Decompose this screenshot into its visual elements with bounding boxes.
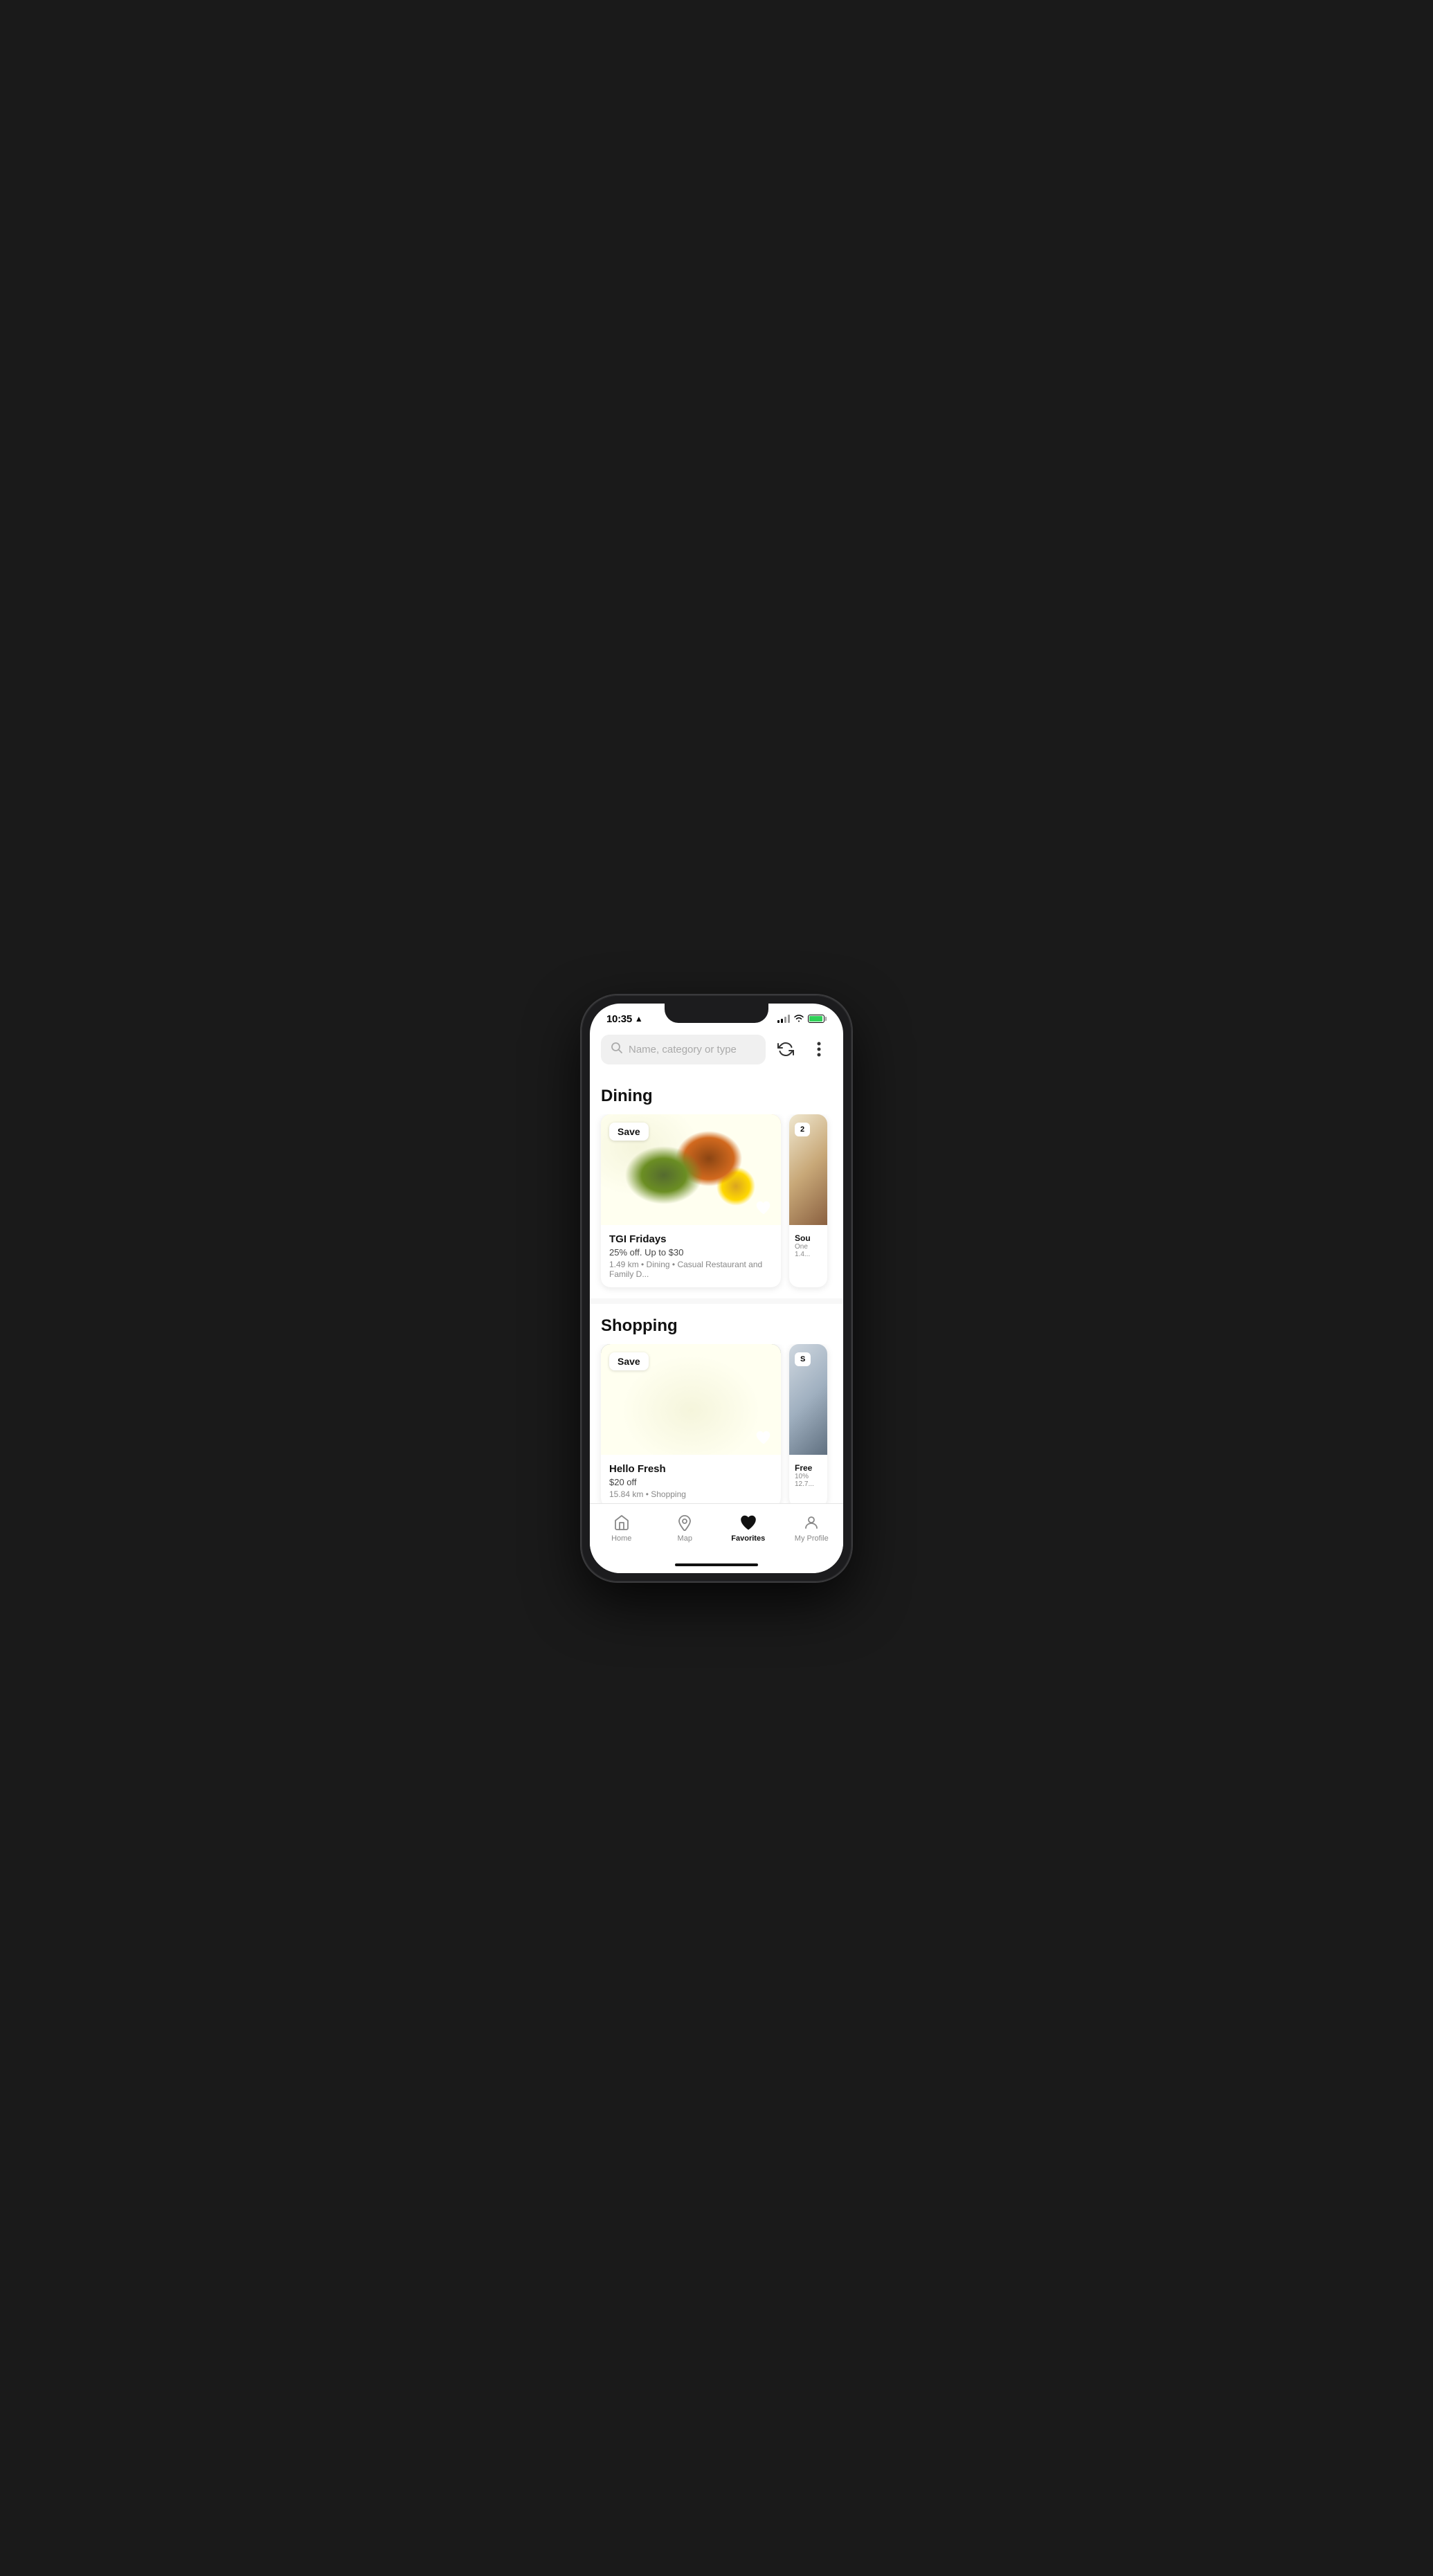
tgi-save-badge: Save [609, 1123, 649, 1141]
tgi-fridays-info: TGI Fridays 25% off. Up to $30 1.49 km •… [601, 1225, 781, 1287]
tgi-fridays-image: Save [601, 1114, 781, 1225]
location-icon: ▲ [635, 1014, 643, 1024]
dining-section-title: Dining [590, 1087, 843, 1114]
wifi-icon [793, 1014, 804, 1024]
home-indicator [590, 1559, 843, 1573]
favorites-icon [739, 1514, 757, 1532]
dining-peek-name: Sou [795, 1233, 822, 1243]
shopping-cards-row: Save Hello Fresh $20 off 15.84 km • Shop… [590, 1344, 843, 1503]
shopping-peek-badge: S [795, 1352, 811, 1366]
shopping-section: Shopping Save [590, 1304, 843, 1503]
battery-icon [808, 1015, 827, 1023]
shopping-peek-offer: 10% [795, 1473, 822, 1480]
refresh-button[interactable] [773, 1036, 799, 1062]
bottom-navigation: Home Map Favorites [590, 1503, 843, 1559]
phone-notch [665, 1004, 768, 1023]
tgi-favorite-button[interactable] [753, 1197, 774, 1218]
more-options-button[interactable] [806, 1036, 832, 1062]
tgi-fridays-card[interactable]: Save TGI Fridays 25% off. Up to $30 1.49… [601, 1114, 781, 1287]
phone-frame: 10:35 ▲ [582, 995, 851, 1581]
hellofresh-offer: $20 off [609, 1477, 773, 1487]
search-placeholder: Name, category or type [629, 1044, 756, 1055]
search-bar[interactable]: Name, category or type [601, 1035, 766, 1064]
tgi-offer: 25% off. Up to $30 [609, 1247, 773, 1258]
dining-peek-meta: 1.4... [795, 1251, 822, 1258]
shopping-peek-card[interactable]: S Free 10% 12.7... [789, 1344, 827, 1503]
dining-peek-image: 2 [789, 1114, 827, 1225]
hello-fresh-image: Save [601, 1344, 781, 1455]
hello-fresh-info: Hello Fresh $20 off 15.84 km • Shopping [601, 1455, 781, 1503]
search-area: Name, category or type [590, 1029, 843, 1074]
tgi-name: TGI Fridays [609, 1233, 773, 1245]
nav-map[interactable]: Map [654, 1511, 717, 1545]
map-icon [676, 1514, 694, 1532]
dining-section: Dining Save [590, 1074, 843, 1298]
search-icon [611, 1042, 623, 1058]
hellofresh-favorite-button[interactable] [753, 1427, 774, 1448]
shopping-peek-meta: 12.7... [795, 1480, 822, 1488]
dining-peek-badge: 2 [795, 1123, 810, 1136]
home-icon [613, 1514, 631, 1532]
hellofresh-meta: 15.84 km • Shopping [609, 1489, 773, 1499]
shopping-peek-info: Free 10% 12.7... [789, 1455, 827, 1496]
profile-nav-label: My Profile [795, 1534, 829, 1543]
nav-my-profile[interactable]: My Profile [780, 1511, 844, 1545]
home-nav-label: Home [611, 1534, 631, 1543]
nav-favorites[interactable]: Favorites [716, 1511, 780, 1545]
shopping-peek-name: Free [795, 1463, 822, 1473]
status-icons [777, 1014, 827, 1024]
status-time: 10:35 [606, 1013, 632, 1025]
shopping-section-title: Shopping [590, 1316, 843, 1344]
signal-icon [777, 1015, 790, 1023]
hello-fresh-card[interactable]: Save Hello Fresh $20 off 15.84 km • Shop… [601, 1344, 781, 1503]
tgi-meta: 1.49 km • Dining • Casual Restaurant and… [609, 1260, 773, 1279]
profile-icon [802, 1514, 820, 1532]
shopping-peek-image: S [789, 1344, 827, 1455]
favorites-nav-label: Favorites [731, 1534, 765, 1543]
map-nav-label: Map [678, 1534, 692, 1543]
dining-peek-offer: One [795, 1243, 822, 1251]
main-content: Dining Save [590, 1074, 843, 1503]
dining-cards-row: Save TGI Fridays 25% off. Up to $30 1.49… [590, 1114, 843, 1298]
home-indicator-bar [675, 1563, 758, 1566]
phone-screen: 10:35 ▲ [590, 1004, 843, 1573]
hellofresh-save-badge: Save [609, 1352, 649, 1370]
nav-home[interactable]: Home [590, 1511, 654, 1545]
dining-peek-info: Sou One 1.4... [789, 1225, 827, 1267]
hellofresh-name: Hello Fresh [609, 1463, 773, 1475]
dining-peek-card[interactable]: 2 Sou One 1.4... [789, 1114, 827, 1287]
